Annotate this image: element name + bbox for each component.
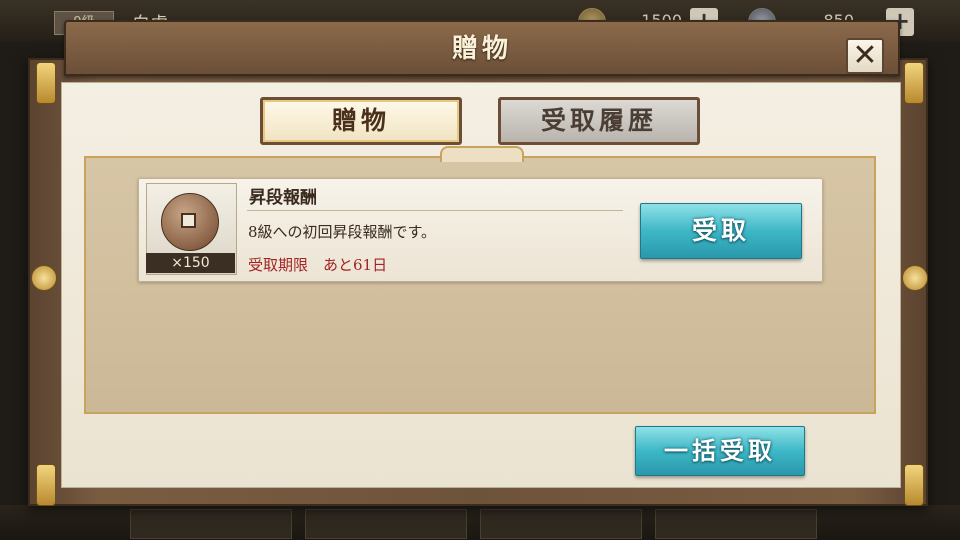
ornament-icon <box>904 464 924 506</box>
gift-quantity: ×150 <box>146 253 235 273</box>
bottom-tab <box>655 509 817 539</box>
bottom-hud-bar <box>0 505 960 540</box>
bottom-tab <box>480 509 642 539</box>
gift-deadline: 受取期限 あと61日 <box>248 256 388 274</box>
ornament-icon <box>36 464 56 506</box>
receive-button[interactable]: 受取 <box>640 203 802 259</box>
dialog-title: 贈物 <box>451 34 512 64</box>
gift-description: 8級への初回昇段報酬です。 <box>248 223 437 241</box>
bottom-tab <box>305 509 467 539</box>
bulk-receive-button[interactable]: 一括受取 <box>635 426 805 476</box>
tab-gifts[interactable]: 贈物 <box>260 97 462 145</box>
ornament-icon <box>36 62 56 104</box>
gift-title: 昇段報酬 <box>249 188 317 208</box>
divider <box>247 210 623 211</box>
coin-hole <box>181 213 196 228</box>
ornament-icon <box>902 265 928 291</box>
bottom-tab <box>130 509 292 539</box>
tab-receive-history[interactable]: 受取履歴 <box>498 97 700 145</box>
list-notch-decoration <box>440 146 524 162</box>
ornament-icon <box>904 62 924 104</box>
ornament-icon <box>31 265 57 291</box>
close-button[interactable]: ✕ <box>846 38 884 74</box>
